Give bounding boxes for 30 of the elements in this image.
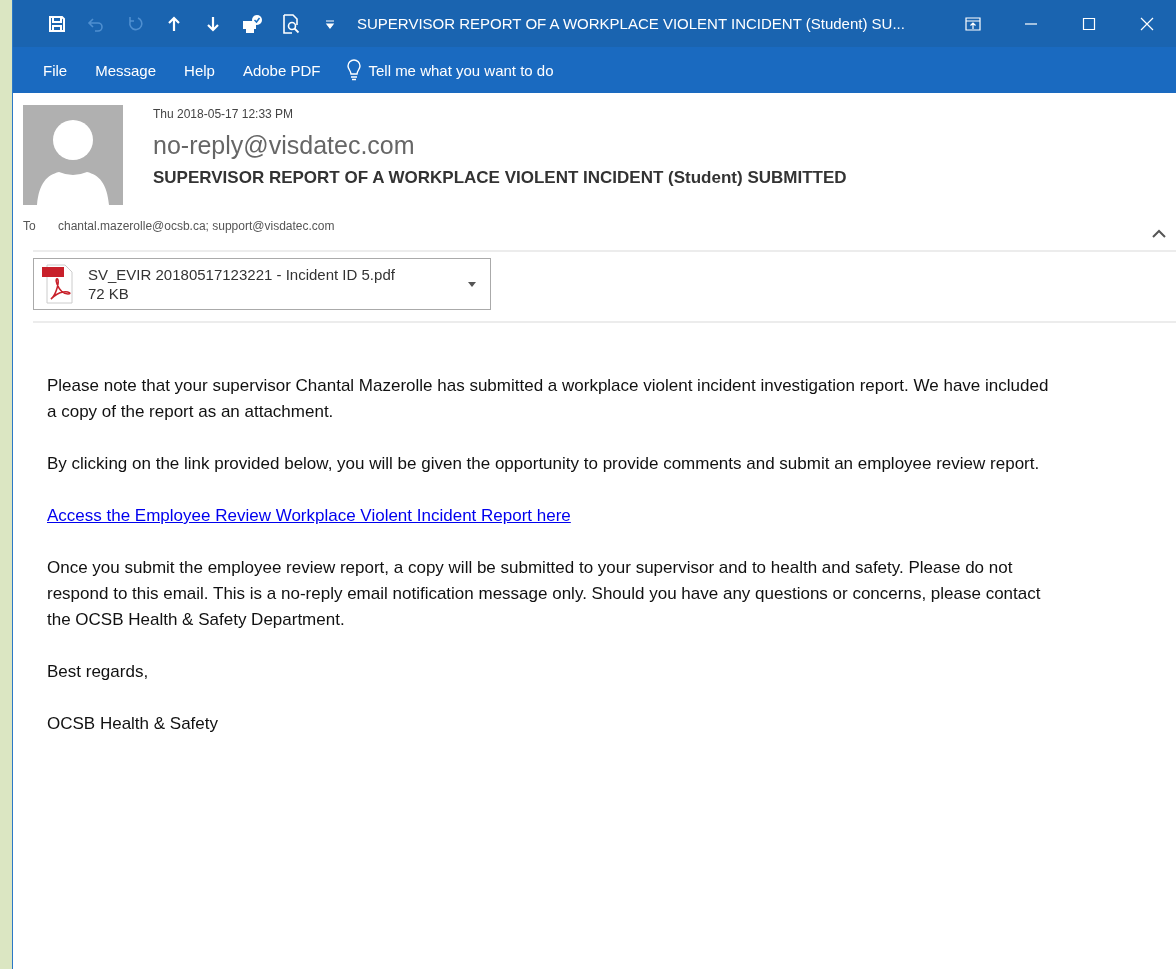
ribbon-tab[interactable]: Message [81,55,171,85]
body-paragraph: OCSB Health & Safety [47,713,220,735]
body-paragraph: Once you submit the employee review report, a copy will be submitted to your supervisor and to health and safety. Please do not respond to this email. This is a no-reply email notification message only. Should you have any questions or concerns, please contact the OCSB Health & Safety Department. [47,557,1042,631]
recipients: chantal.mazerolle@ocsb.ca; support@visdatec.com [58,218,336,233]
pdf-file-icon [42,263,74,305]
sender-address: no-reply@visdatec.com [153,131,416,160]
to-label: To [23,218,37,233]
ribbon-tab[interactable]: Help [170,55,229,85]
printer-icon[interactable] [240,13,263,34]
ribbon-tab[interactable]: Adobe PDF [228,55,335,85]
customize-caret-icon[interactable] [323,17,336,30]
report-link[interactable]: Access the Employee Review Workplace Violent Incident Report here [47,506,571,525]
sent-date: Thu 2018-05-17 12:33 PM [153,107,295,121]
dropdown-caret-icon[interactable] [468,281,476,287]
message-subject: SUPERVISOR REPORT OF A WORKPLACE VIOLENT INCIDENT (Student) SUBMITTED [153,168,847,188]
collapse-caret-icon[interactable] [1152,229,1166,238]
tell-me-search[interactable]: Tell me what you want to do [340,58,560,82]
print-preview-icon[interactable] [281,13,300,34]
down-arrow-icon[interactable] [204,14,221,33]
ribbon-tab[interactable]: File [29,55,82,85]
body-paragraph: Best regards, [47,661,150,683]
avatar-icon [23,105,123,205]
save-icon[interactable] [47,14,66,33]
body-paragraph: By clicking on the link provided below, you will be given the opportunity to provide comments and submit an employee review report. [47,453,1041,475]
window-title: SUPERVISOR REPORT OF A WORKPLACE VIOLENT INCIDENT (Student) SU... [357,15,906,32]
attachment-name: SV_EVIR 20180517123221 - Incident ID 5.pdf [88,266,396,283]
attachment-card[interactable]: SV_EVIR 20180517123221 - Incident ID 5.pdf 72 KB [33,258,491,310]
lightbulb-icon [346,59,363,81]
attachment-size: 72 KB [88,285,130,302]
body-paragraph: Please note that your supervisor Chantal Mazerolle has submitted a workplace violent incident investigation report. We have included a copy of the report as an attachment. [47,375,1050,423]
